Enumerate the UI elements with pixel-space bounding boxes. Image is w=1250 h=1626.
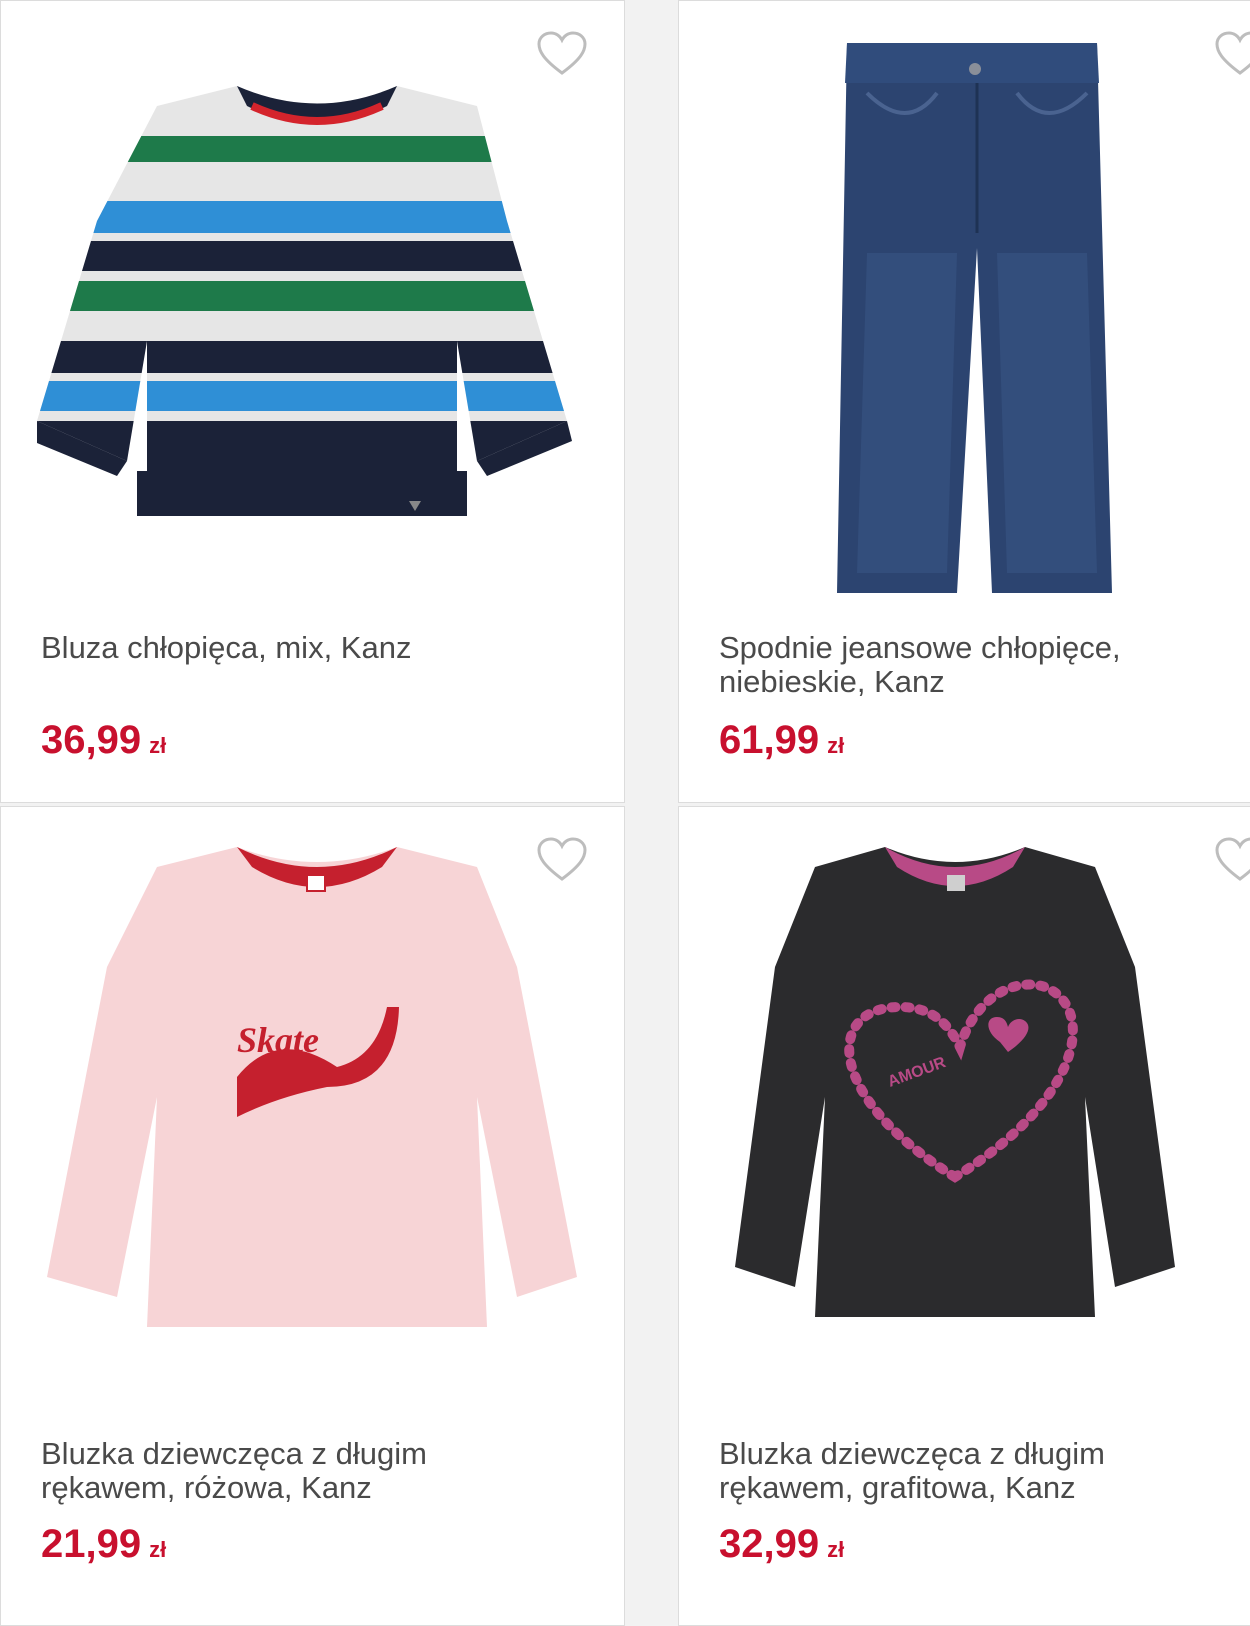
price-value: 36,99 [41, 718, 142, 762]
product-title[interactable]: Bluzka dziewczęca z długim rękawem, różo… [41, 1437, 561, 1505]
product-image-pink-longsleeve[interactable]: Skate [1, 807, 624, 1407]
price-currency: zł [827, 1537, 845, 1562]
add-to-favorites-button[interactable] [1215, 837, 1250, 883]
striped-sweatshirt-image [37, 86, 572, 516]
product-card[interactable]: Bluza chłopięca, mix, Kanz 36,99 zł [0, 0, 625, 803]
price-value: 21,99 [41, 1522, 142, 1566]
price-currency: zł [149, 733, 167, 758]
print-text: Skate [237, 1020, 319, 1060]
product-price: 36,99 zł [41, 717, 166, 769]
product-image-striped-sweatshirt[interactable] [1, 1, 624, 601]
graphite-longsleeve-image: AMOUR [735, 847, 1175, 1317]
product-image-jeans[interactable] [679, 1, 1250, 601]
product-card[interactable]: Skate Bluzka dziewczęca z długim rękawem… [0, 806, 625, 1626]
product-title[interactable]: Bluzka dziewczęca z długim rękawem, graf… [719, 1437, 1239, 1505]
product-title[interactable]: Spodnie jeansowe chłopięce, niebieskie, … [719, 631, 1239, 699]
product-price: 32,99 zł [719, 1521, 844, 1573]
product-price: 61,99 zł [719, 717, 844, 769]
product-card[interactable]: AMOUR Bluzka dziewczęca z długim rękawem… [678, 806, 1250, 1626]
product-price: 21,99 zł [41, 1521, 166, 1573]
heart-outline-icon [1215, 31, 1250, 75]
heart-outline-icon [537, 837, 587, 881]
price-currency: zł [827, 733, 845, 758]
product-title[interactable]: Bluza chłopięca, mix, Kanz [41, 631, 561, 665]
add-to-favorites-button[interactable] [537, 31, 587, 77]
product-image-graphite-longsleeve[interactable]: AMOUR [679, 807, 1250, 1407]
heart-outline-icon [1215, 837, 1250, 881]
jeans-image [837, 43, 1112, 593]
price-value: 32,99 [719, 1522, 820, 1566]
product-card[interactable]: Spodnie jeansowe chłopięce, niebieskie, … [678, 0, 1250, 803]
heart-outline-icon [537, 31, 587, 75]
add-to-favorites-button[interactable] [537, 837, 587, 883]
price-currency: zł [149, 1537, 167, 1562]
add-to-favorites-button[interactable] [1215, 31, 1250, 77]
price-value: 61,99 [719, 718, 820, 762]
pink-longsleeve-image: Skate [47, 847, 577, 1327]
